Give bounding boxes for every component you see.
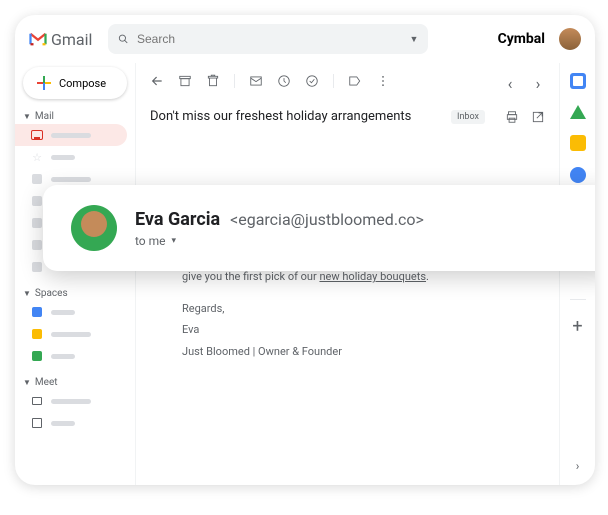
recipient-line[interactable]: to me ▾ xyxy=(135,234,424,248)
add-task-icon[interactable] xyxy=(305,74,319,88)
sender-details-card: Eva Garcia <egarcia@justbloomed.co> to m… xyxy=(43,185,595,271)
keep-app-icon[interactable] xyxy=(570,135,586,151)
message-toolbar: ‹ › xyxy=(136,63,559,99)
star-icon: ☆ xyxy=(31,151,43,163)
next-message-button[interactable]: › xyxy=(531,74,545,88)
compose-label: Compose xyxy=(59,77,106,90)
sidebar-meet-item[interactable] xyxy=(15,390,127,412)
search-icon xyxy=(118,33,129,45)
get-addons-button[interactable]: + xyxy=(572,316,582,337)
mark-unread-icon[interactable] xyxy=(249,74,263,88)
more-icon[interactable] xyxy=(376,74,390,88)
meet-section-label: Meet xyxy=(35,377,58,388)
sidebar-item-inbox[interactable] xyxy=(15,124,127,146)
main-content: ‹ › Don't miss our freshest holiday arra… xyxy=(135,63,559,485)
caret-down-icon: ▼ xyxy=(23,289,31,298)
side-panel: + › xyxy=(559,63,595,485)
space-icon xyxy=(31,350,43,362)
snooze-icon[interactable] xyxy=(277,74,291,88)
delete-icon[interactable] xyxy=(206,74,220,88)
sidebar-space-item[interactable] xyxy=(15,345,127,367)
print-icon[interactable] xyxy=(505,110,519,124)
gmail-icon xyxy=(29,32,47,46)
generic-icon xyxy=(31,195,43,207)
generic-icon xyxy=(31,173,43,185)
inbox-icon xyxy=(31,129,43,141)
search-box[interactable]: ▼ xyxy=(108,24,428,54)
calendar-app-icon[interactable] xyxy=(570,73,586,89)
meet-nav-list xyxy=(15,390,135,434)
compose-button[interactable]: Compose xyxy=(23,67,127,99)
sender-avatar[interactable] xyxy=(71,205,117,251)
spaces-section-header[interactable]: ▼ Spaces xyxy=(15,286,135,301)
sender-email: <egarcia@justbloomed.co> xyxy=(230,210,424,229)
holiday-bouquets-link[interactable]: new holiday bouquets xyxy=(319,270,426,283)
generic-icon xyxy=(31,217,43,229)
sidebar-space-item[interactable] xyxy=(15,301,127,323)
recipient-text: to me xyxy=(135,234,166,248)
app-name: Gmail xyxy=(51,30,92,49)
sender-name: Eva Garcia xyxy=(135,209,220,230)
search-input[interactable] xyxy=(137,32,402,46)
space-icon xyxy=(31,306,43,318)
meet-section-header[interactable]: ▼ Meet xyxy=(15,375,135,390)
subject-row: Don't miss our freshest holiday arrangem… xyxy=(136,99,559,134)
drive-app-icon[interactable] xyxy=(570,105,586,119)
prev-message-button[interactable]: ‹ xyxy=(503,74,517,88)
back-icon[interactable] xyxy=(150,74,164,88)
spaces-section-label: Spaces xyxy=(35,288,68,299)
email-signature: Regards, Eva Just Bloomed | Owner & Foun… xyxy=(182,300,535,361)
plus-icon xyxy=(37,76,51,90)
subject-text: Don't miss our freshest holiday arrangem… xyxy=(150,109,411,124)
calendar-icon xyxy=(31,417,43,429)
space-icon xyxy=(31,328,43,340)
mail-section-label: Mail xyxy=(35,111,54,122)
account-avatar[interactable] xyxy=(559,28,581,50)
inbox-label-badge[interactable]: Inbox xyxy=(451,110,485,124)
mail-section-header[interactable]: ▼ Mail xyxy=(15,109,135,124)
generic-icon xyxy=(31,239,43,251)
caret-down-icon: ▼ xyxy=(23,112,31,121)
generic-icon xyxy=(31,261,43,273)
caret-down-icon: ▼ xyxy=(23,378,31,387)
video-icon xyxy=(31,395,43,407)
sidebar-space-item[interactable] xyxy=(15,323,127,345)
gmail-window: Gmail ▼ Cymbal Compose ▼ Mail ☆ xyxy=(15,15,595,485)
spaces-nav-list xyxy=(15,301,135,367)
archive-icon[interactable] xyxy=(178,74,192,88)
workspace-brand: Cymbal xyxy=(498,31,545,47)
header: Gmail ▼ Cymbal xyxy=(15,15,595,63)
expand-recipients-caret-icon[interactable]: ▾ xyxy=(172,236,177,246)
gmail-logo[interactable]: Gmail xyxy=(29,30,92,49)
open-new-window-icon[interactable] xyxy=(531,110,545,124)
rail-divider xyxy=(570,299,586,300)
sidebar: Compose ▼ Mail ☆ ▼ Spaces xyxy=(15,63,135,485)
contacts-app-icon[interactable] xyxy=(570,167,586,183)
sidebar-item-starred[interactable]: ☆ xyxy=(15,146,127,168)
hide-panel-button[interactable]: › xyxy=(576,459,580,473)
sidebar-meet-item[interactable] xyxy=(15,412,127,434)
search-options-caret-icon[interactable]: ▼ xyxy=(410,34,419,45)
labels-icon[interactable] xyxy=(348,74,362,88)
